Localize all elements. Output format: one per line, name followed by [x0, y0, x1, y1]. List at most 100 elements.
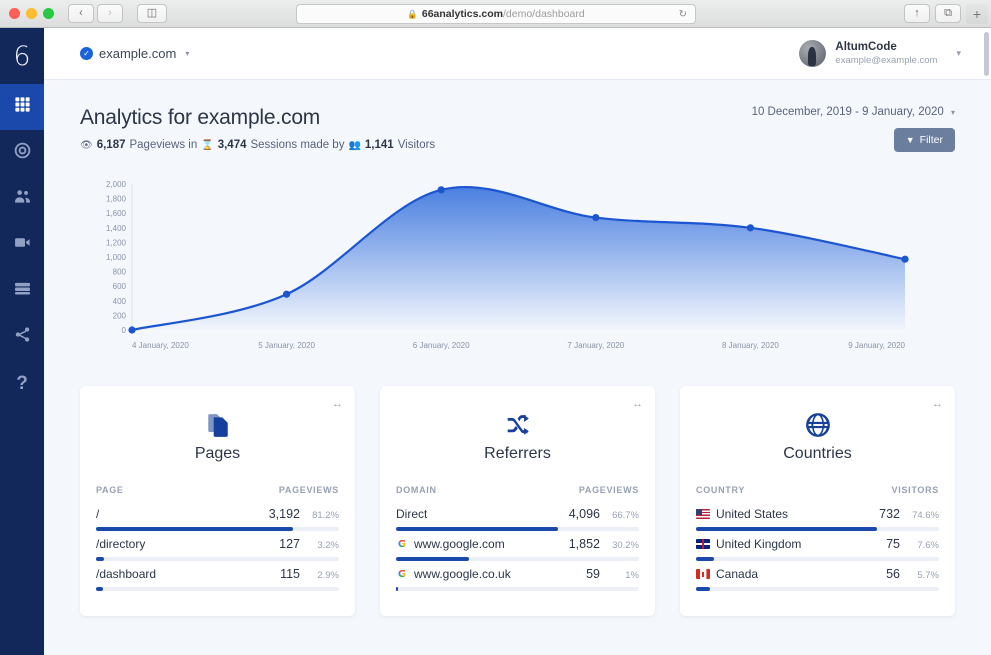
- column-header-left: COUNTRY: [696, 485, 746, 495]
- y-tick-label: 1,200: [106, 238, 127, 247]
- list-item-label: /directory: [96, 537, 145, 551]
- list-item-percent: 30.2%: [612, 540, 639, 551]
- address-bar[interactable]: 🔒 66analytics.com /demo/dashboard ↻: [296, 4, 696, 24]
- list-item-line: /directory 127 3.2%: [96, 537, 339, 551]
- card-header: Pages: [96, 400, 339, 469]
- list-item-name: /: [96, 507, 100, 521]
- chart-data-point[interactable]: [283, 290, 291, 298]
- list-item-label: Gwww.google.com: [396, 537, 505, 551]
- list-item-line: Direct 4,096 66.7%: [396, 507, 639, 521]
- sidebar-item-recordings[interactable]: [0, 222, 44, 268]
- list-item[interactable]: Direct 4,096 66.7%: [396, 501, 639, 531]
- card-title: Referrers: [484, 445, 551, 462]
- list-item-metrics: 1,852 30.2%: [569, 537, 639, 551]
- list-item-line: United Kingdom 75 7.6%: [696, 537, 939, 551]
- list-item[interactable]: United Kingdom 75 7.6%: [696, 531, 939, 561]
- sidebar-item-visitors[interactable]: [0, 176, 44, 222]
- list-item-value: 75: [886, 537, 900, 551]
- sidebar-item-share[interactable]: [0, 314, 44, 360]
- sidebar-toggle-icon[interactable]: ◫: [137, 4, 167, 23]
- list-item-name: United Kingdom: [716, 537, 802, 551]
- page-header-left: Analytics for example.com 👁 6,187 Pagevi…: [80, 106, 435, 151]
- card-title: Countries: [783, 445, 852, 462]
- list-item[interactable]: Canada 56 5.7%: [696, 561, 939, 591]
- sidebar-item-help[interactable]: ?: [0, 360, 44, 406]
- y-axis: 2,000 1,800 1,600 1,400 1,200 1,000 800 600 400 2…: [106, 180, 133, 335]
- x-tick-label: 8 January, 2020: [722, 341, 779, 350]
- site-selector[interactable]: ✓ example.com ▾: [80, 46, 189, 61]
- main-column: ✓ example.com ▾ AltumCode example@exampl…: [44, 28, 991, 655]
- video-icon: [14, 234, 31, 256]
- people-icon: 👥: [348, 139, 361, 151]
- chart-canvas: 2,000 1,800 1,600 1,400 1,200 1,000 800 600 400 2…: [106, 180, 909, 350]
- page-header-right: 10 December, 2019 - 9 January, 2020 ▾ ▼ …: [752, 106, 955, 152]
- reload-icon[interactable]: ↻: [679, 9, 687, 20]
- x-tick-label: 7 January, 2020: [567, 341, 624, 350]
- app-logo[interactable]: 6: [0, 28, 44, 84]
- minimize-window-button[interactable]: [26, 8, 37, 19]
- back-button[interactable]: ‹: [68, 4, 94, 23]
- sidebar-item-dashboard[interactable]: [0, 84, 44, 130]
- column-headers: COUNTRY VISITORS: [696, 469, 939, 501]
- x-tick-label: 5 January, 2020: [258, 341, 315, 350]
- avatar: [799, 40, 827, 67]
- card-countries: ↔ Countries COUNTRY VISITORS United Stat…: [680, 386, 955, 616]
- list-item[interactable]: /directory 127 3.2%: [96, 531, 339, 561]
- page-title: Analytics for example.com: [80, 106, 321, 129]
- chart-data-point[interactable]: [128, 326, 136, 334]
- toolbar-actions: ↑ ⧉: [904, 4, 961, 23]
- account-menu[interactable]: AltumCode example@example.com ▾: [799, 40, 975, 67]
- y-tick-label: 1,000: [106, 253, 127, 262]
- list-item-name: Direct: [396, 507, 428, 521]
- account-email: example@example.com: [835, 54, 938, 66]
- list-item[interactable]: / 3,192 81.2%: [96, 501, 339, 531]
- url-domain: 66analytics.com: [421, 8, 503, 20]
- list-item[interactable]: United States 732 74.6%: [696, 501, 939, 531]
- plot-area: [128, 185, 909, 334]
- list-item-metrics: 127 3.2%: [279, 537, 339, 551]
- card-referrers: ↔ Referrers DOMAIN PAGEVIEWS Direct 4,09…: [380, 386, 655, 616]
- forward-button[interactable]: ›: [97, 4, 123, 23]
- list-item-line: / 3,192 81.2%: [96, 507, 339, 521]
- chart-data-point[interactable]: [901, 255, 909, 263]
- page-scrollbar[interactable]: [984, 32, 989, 76]
- sidebar-item-events[interactable]: [0, 268, 44, 314]
- list-item[interactable]: Gwww.google.co.uk 59 1%: [396, 561, 639, 591]
- navigation-buttons: ‹ › ◫: [68, 4, 167, 23]
- list-item-name: www.google.com: [414, 537, 505, 551]
- chart-data-point[interactable]: [746, 224, 755, 232]
- chart-data-point[interactable]: [437, 186, 445, 194]
- list-item-name: /directory: [96, 537, 146, 551]
- list-item-line: Gwww.google.co.uk 59 1%: [396, 567, 639, 581]
- list-item-value: 127: [279, 537, 300, 551]
- list-item-metrics: 3,192 81.2%: [269, 507, 339, 521]
- share-icon[interactable]: ↑: [904, 4, 930, 23]
- funnel-icon: ▼: [905, 135, 915, 145]
- list-item-percent: 74.6%: [912, 510, 939, 521]
- y-tick-label: 0: [122, 326, 127, 335]
- list-item-label: Direct: [396, 507, 427, 521]
- maximize-window-button[interactable]: [43, 8, 54, 19]
- date-range-picker[interactable]: 10 December, 2019 - 9 January, 2020 ▾: [752, 106, 955, 118]
- window-controls: [0, 8, 54, 19]
- tabs-icon[interactable]: ⧉: [935, 4, 961, 23]
- list-item-name: Canada: [716, 567, 759, 581]
- pageviews-chart[interactable]: 2,000 1,800 1,600 1,400 1,200 1,000 800 600 400 2…: [80, 178, 955, 358]
- chevron-down-icon: ▾: [185, 49, 190, 58]
- expand-icon[interactable]: ↔: [332, 398, 343, 410]
- sidebar-item-goals[interactable]: [0, 130, 44, 176]
- expand-icon[interactable]: ↔: [932, 398, 943, 410]
- close-window-button[interactable]: [9, 8, 20, 19]
- lock-icon: 🔒: [407, 8, 418, 19]
- expand-icon[interactable]: ↔: [632, 398, 643, 410]
- list-item[interactable]: Gwww.google.com 1,852 30.2%: [396, 531, 639, 561]
- chart-data-point[interactable]: [592, 213, 600, 222]
- list-item-name: www.google.co.uk: [414, 567, 511, 581]
- y-tick-label: 600: [113, 282, 127, 291]
- list-item[interactable]: /dashboard 115 2.9%: [96, 561, 339, 591]
- filter-button[interactable]: ▼ Filter: [893, 128, 955, 152]
- documents-icon: [96, 412, 339, 438]
- list-item-label: /: [96, 507, 99, 521]
- flag-icon-ca: [696, 569, 710, 579]
- new-tab-button[interactable]: +: [966, 4, 988, 24]
